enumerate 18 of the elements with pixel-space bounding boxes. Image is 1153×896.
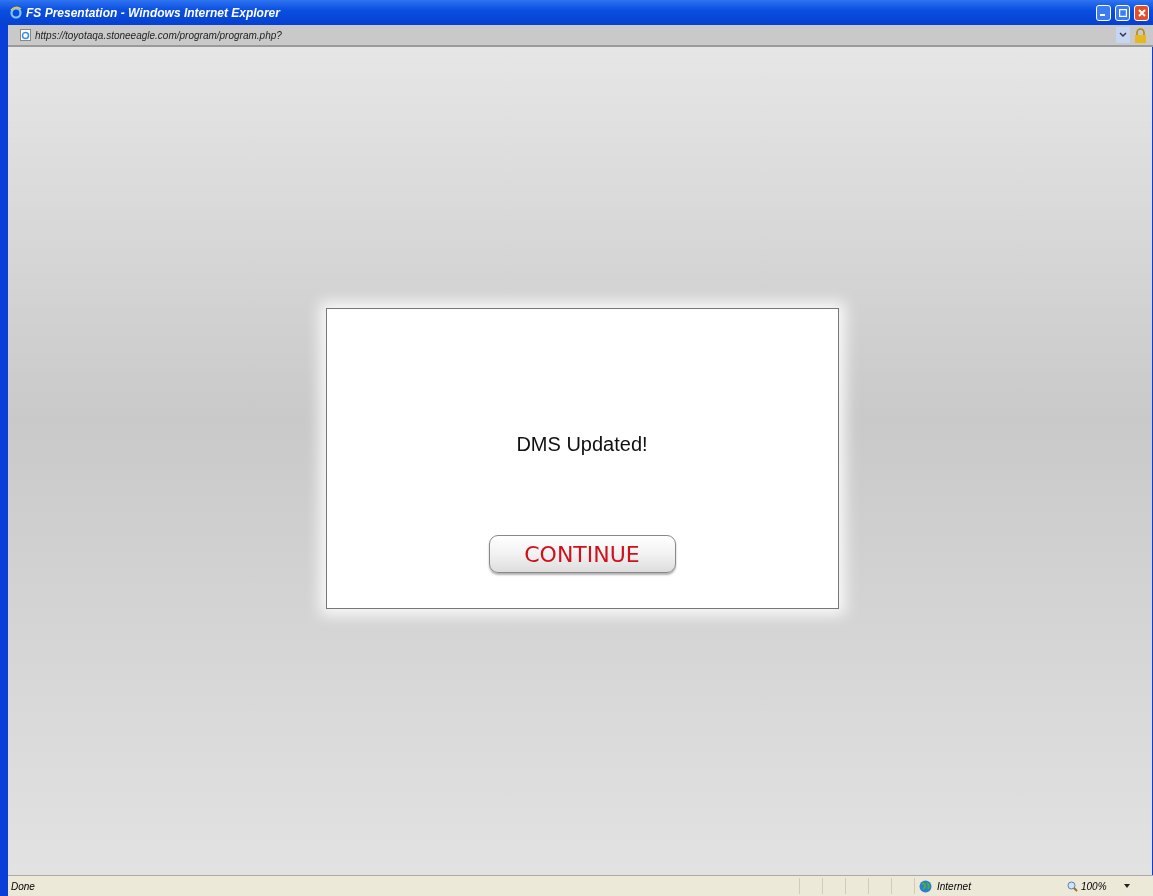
- close-icon: [1137, 8, 1146, 17]
- close-button[interactable]: [1134, 4, 1149, 21]
- globe-icon: [919, 879, 932, 893]
- maximize-button[interactable]: [1115, 4, 1130, 21]
- continue-button[interactable]: CONTINUE: [488, 535, 676, 573]
- zone-label: Internet: [937, 880, 971, 892]
- maximize-icon: [1118, 8, 1127, 17]
- window-title: FS Presentation - Windows Internet Explorer: [26, 5, 282, 20]
- address-url: https://toyotaqa.stoneeagle.com/program/program.php?: [35, 29, 283, 41]
- page-icon: [20, 29, 31, 41]
- minimize-button[interactable]: [1096, 4, 1111, 21]
- padlock-icon: [1134, 27, 1147, 43]
- dropdown-arrow-icon[interactable]: [1123, 884, 1130, 888]
- zoom-level[interactable]: 100%: [1081, 880, 1107, 892]
- status-text: Done: [10, 880, 36, 892]
- dialog-message: DMS Updated!: [516, 433, 648, 456]
- zoom-icon[interactable]: [1067, 880, 1078, 892]
- browser-logo-icon: [10, 6, 22, 19]
